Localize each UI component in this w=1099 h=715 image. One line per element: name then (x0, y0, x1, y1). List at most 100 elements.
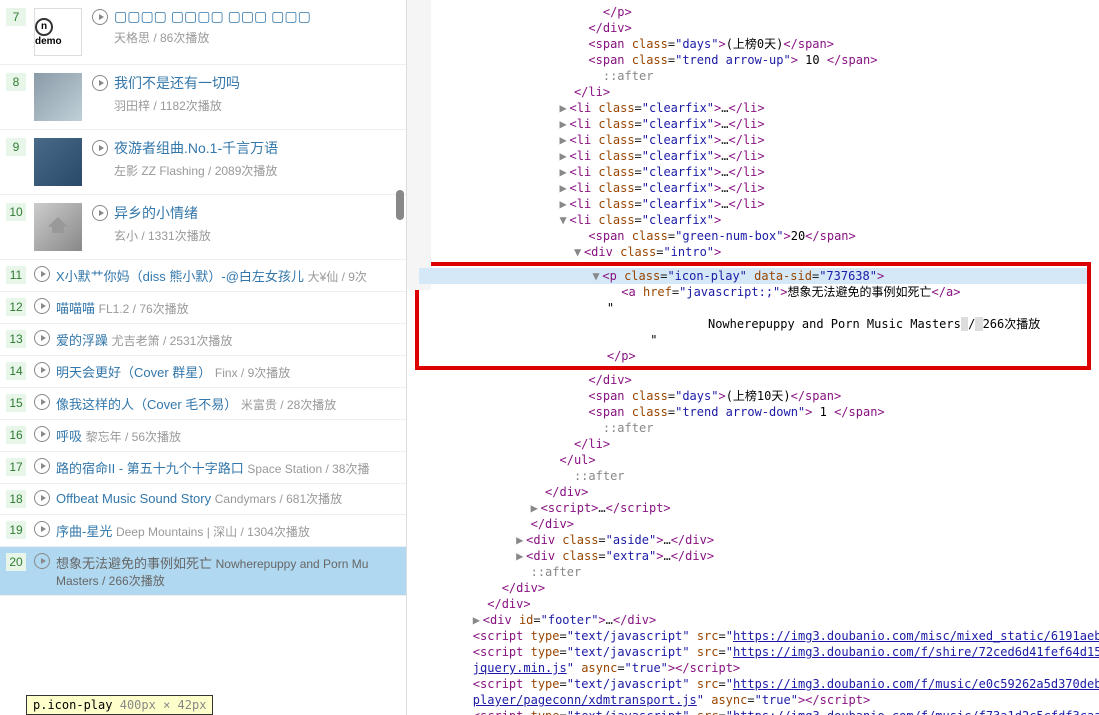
song-thumbnail[interactable]: ndemo (34, 8, 82, 56)
code-line[interactable]: ▶<li class="clearfix">…</li> (415, 196, 1091, 212)
song-title[interactable]: 喵喵喵 (56, 301, 95, 316)
song-item[interactable]: 9夜游者组曲.No.1-千言万语左影 ZZ Flashing / 2089次播放 (0, 130, 406, 195)
code-line[interactable]: ::after (415, 468, 1091, 484)
song-title[interactable]: 路的宿命II - 第五十九个十字路口 (56, 461, 244, 476)
code-line[interactable]: </div> (415, 596, 1091, 612)
play-icon[interactable] (92, 140, 108, 156)
code-line[interactable]: player/pageconn/xdmtransport.js" async="… (415, 692, 1091, 708)
code-line[interactable]: ▼<li class="clearfix"> (415, 212, 1091, 228)
song-title[interactable]: 我们不是还有一切吗 (114, 73, 240, 93)
play-icon[interactable] (92, 205, 108, 221)
song-title[interactable]: 爱的浮躁 (56, 333, 108, 348)
code-line[interactable]: ▼<p class="icon-play" data-sid="737638"> (419, 268, 1087, 284)
code-line[interactable]: </div> (415, 20, 1091, 36)
song-title[interactable]: 明天会更好（Cover 群星） (56, 365, 211, 380)
code-line[interactable]: </p> (415, 4, 1091, 20)
song-item[interactable]: 7ndemo▢▢▢▢ ▢▢▢▢ ▢▢▢ ▢▢▢天格思 / 86次播放 (0, 0, 406, 65)
song-item[interactable]: 13爱的浮躁 尤吉老箫 / 2531次播放 (0, 324, 406, 356)
song-title[interactable]: 异乡的小情绪 (114, 203, 198, 223)
song-title[interactable]: 想象无法避免的事例如死亡 (56, 556, 212, 571)
code-line[interactable]: </div> (415, 484, 1091, 500)
code-line[interactable]: ▶<li class="clearfix">…</li> (415, 180, 1091, 196)
play-icon[interactable] (92, 75, 108, 91)
code-line[interactable]: </p> (419, 348, 1087, 364)
play-icon[interactable] (34, 266, 50, 282)
code-line[interactable]: ▶<div class="extra">…</div> (415, 548, 1091, 564)
scrollbar[interactable] (396, 0, 406, 715)
code-line[interactable]: </li> (415, 436, 1091, 452)
code-line[interactable]: ▶<li class="clearfix">…</li> (415, 148, 1091, 164)
play-icon[interactable] (92, 9, 108, 25)
code-line[interactable]: ::after (415, 564, 1091, 580)
play-icon[interactable] (34, 298, 50, 314)
code-line[interactable]: ▼<div class="intro"> (415, 244, 1091, 260)
song-title[interactable]: 像我这样的人（Cover 毛不易） (56, 397, 237, 412)
song-title[interactable]: 序曲-星光 (56, 524, 112, 539)
code-line[interactable]: <script type="text/javascript" src="http… (415, 708, 1091, 715)
play-icon[interactable] (34, 330, 50, 346)
song-meta: 羽田梓 / 1182次播放 (114, 97, 400, 114)
play-icon[interactable] (34, 458, 50, 474)
song-thumbnail[interactable] (34, 73, 82, 121)
code-line[interactable]: </div> (415, 516, 1091, 532)
code-line[interactable]: <span class="trend arrow-down"> 1 </span… (415, 404, 1091, 420)
song-title[interactable]: Offbeat Music Sound Story (56, 491, 211, 506)
rank-badge: 19 (6, 521, 26, 539)
code-line[interactable]: </li> (415, 84, 1091, 100)
code-line[interactable]: </ul> (415, 452, 1091, 468)
play-icon[interactable] (34, 553, 50, 569)
song-thumbnail[interactable] (34, 138, 82, 186)
song-item[interactable]: 20想象无法避免的事例如死亡 Nowherepuppy and Porn Mu … (0, 547, 406, 596)
song-item[interactable]: 15像我这样的人（Cover 毛不易） 米富贵 / 28次播放 (0, 388, 406, 420)
song-item[interactable]: 11X小默艹你妈（diss 熊小默）-@白左女孩儿 大¥仙 / 9次 (0, 260, 406, 292)
code-line[interactable]: <span class="days">(上榜0天)</span> (415, 36, 1091, 52)
play-icon[interactable] (34, 490, 50, 506)
song-meta: Deep Mountains | 深山 / 1304次播放 (116, 525, 310, 539)
song-item[interactable]: 12喵喵喵 FL1.2 / 76次播放 (0, 292, 406, 324)
song-item[interactable]: 19 序曲-星光 Deep Mountains | 深山 / 1304次播放 (0, 515, 406, 547)
code-line[interactable]: </div> (415, 372, 1091, 388)
song-item[interactable]: 17路的宿命II - 第五十九个十字路口 Space Station / 38次… (0, 452, 406, 484)
code-line[interactable]: ▶<li class="clearfix">…</li> (415, 164, 1091, 180)
play-icon[interactable] (34, 521, 50, 537)
song-thumbnail[interactable] (34, 203, 82, 251)
devtools-elements-panel[interactable]: </p> </div> <span class="days">(上榜0天)</s… (407, 0, 1099, 715)
song-item[interactable]: 14明天会更好（Cover 群星） Finx / 9次播放 (0, 356, 406, 388)
song-title[interactable]: 呼吸 (56, 429, 82, 444)
code-line[interactable]: " (419, 300, 1087, 316)
code-line[interactable]: jquery.min.js" async="true"></script> (415, 660, 1091, 676)
song-title[interactable]: 夜游者组曲.No.1-千言万语 (114, 138, 278, 158)
code-line[interactable]: <script type="text/javascript" src="http… (415, 644, 1091, 660)
play-icon[interactable] (34, 394, 50, 410)
code-line[interactable]: <script type="text/javascript" src="http… (415, 628, 1091, 644)
play-icon[interactable] (34, 362, 50, 378)
code-line[interactable]: <script type="text/javascript" src="http… (415, 676, 1091, 692)
song-item[interactable]: 18Offbeat Music Sound Story Candymars / … (0, 484, 406, 515)
code-line[interactable]: ::after (415, 420, 1091, 436)
code-line[interactable]: ▶<div class="aside">…</div> (415, 532, 1091, 548)
code-line[interactable]: ▶<li class="clearfix">…</li> (415, 132, 1091, 148)
code-line[interactable]: ▶<li class="clearfix">…</li> (415, 100, 1091, 116)
scrollbar-thumb[interactable] (396, 190, 404, 220)
code-line[interactable]: ▶<script>…</script> (415, 500, 1091, 516)
code-line[interactable]: ::after (415, 68, 1091, 84)
code-line[interactable]: <span class="days">(上榜10天)</span> (415, 388, 1091, 404)
song-meta: 米富贵 / 28次播放 (241, 398, 336, 412)
code-line[interactable]: <a href="javascript:;">想象无法避免的事例如死亡</a> (419, 284, 1087, 300)
song-item[interactable]: 8我们不是还有一切吗羽田梓 / 1182次播放 (0, 65, 406, 130)
song-meta: Finx / 9次播放 (215, 366, 290, 380)
code-line[interactable]: </div> (415, 580, 1091, 596)
song-item[interactable]: 16呼吸 黎忘年 / 56次播放 (0, 420, 406, 452)
code-line[interactable]: <span class="green-num-box">20</span> (415, 228, 1091, 244)
song-title[interactable]: X小默艹你妈（diss 熊小默）-@白左女孩儿 (56, 269, 304, 284)
code-line[interactable]: Nowherepuppy and Porn Music Masters / 26… (419, 316, 1087, 332)
code-line[interactable]: " (419, 332, 1087, 348)
song-item[interactable]: 10异乡的小情绪玄小 / 1331次播放 (0, 195, 406, 260)
code-line[interactable]: ▶<li class="clearfix">…</li> (415, 116, 1091, 132)
code-line[interactable]: ▶<div id="footer">…</div> (415, 612, 1091, 628)
play-icon[interactable] (34, 426, 50, 442)
song-meta: Space Station / 38次播 (247, 462, 369, 476)
rank-badge: 10 (6, 203, 26, 221)
code-line[interactable]: <span class="trend arrow-up"> 10 </span> (415, 52, 1091, 68)
song-title[interactable]: ▢▢▢▢ ▢▢▢▢ ▢▢▢ ▢▢▢ (114, 8, 311, 25)
